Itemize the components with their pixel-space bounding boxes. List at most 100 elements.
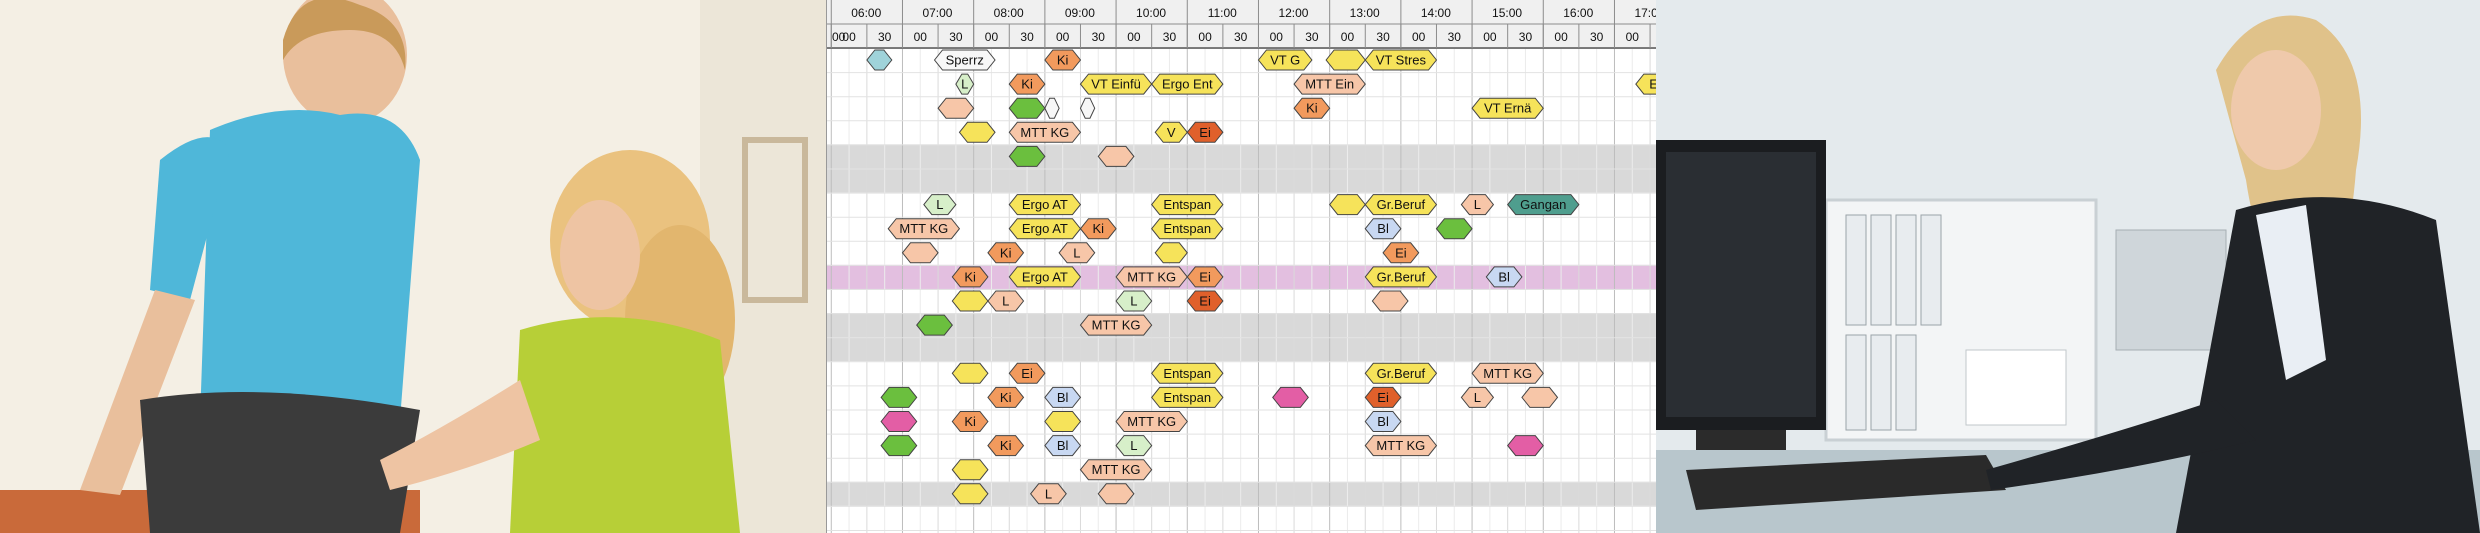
appointment-block[interactable] bbox=[1329, 194, 1366, 216]
appointment-block[interactable]: Ei bbox=[1186, 121, 1224, 143]
appointment-block[interactable] bbox=[1044, 97, 1060, 119]
appointment-shape[interactable] bbox=[866, 49, 893, 71]
appointment-block[interactable]: MTT KG bbox=[1079, 459, 1153, 481]
appointment-block[interactable] bbox=[1008, 97, 1046, 119]
appointment-block[interactable] bbox=[880, 386, 918, 408]
appointment-block[interactable]: Ei bbox=[1186, 290, 1224, 312]
appointment-block[interactable]: Ei bbox=[1008, 362, 1046, 384]
appointment-block[interactable] bbox=[951, 459, 989, 481]
appointment-shape[interactable] bbox=[1272, 386, 1309, 408]
appointment-shape[interactable] bbox=[937, 97, 975, 119]
appointment-block[interactable] bbox=[1079, 97, 1096, 119]
appointment-block[interactable]: Ki bbox=[1008, 73, 1046, 95]
appointment-block[interactable]: L bbox=[923, 194, 957, 216]
appointment-block[interactable] bbox=[916, 314, 953, 336]
appointment-block[interactable]: Ki bbox=[951, 266, 989, 288]
appointment-block[interactable]: Bl bbox=[1485, 266, 1523, 288]
appointment-block[interactable] bbox=[901, 242, 939, 264]
appointment-block[interactable]: Entspan bbox=[1151, 386, 1224, 408]
appointment-block[interactable]: Ei bbox=[1382, 242, 1420, 264]
appointment-shape[interactable] bbox=[1079, 97, 1096, 119]
appointment-block[interactable] bbox=[1097, 145, 1135, 167]
appointment-shape[interactable] bbox=[1008, 97, 1046, 119]
appointment-shape[interactable] bbox=[1097, 145, 1135, 167]
appointment-block[interactable]: E bbox=[1635, 73, 1657, 95]
appointment-block[interactable]: Ki bbox=[1079, 218, 1117, 240]
appointment-block[interactable]: Ki bbox=[987, 242, 1025, 264]
appointment-block[interactable]: MTT KG bbox=[1008, 121, 1082, 143]
appointment-block[interactable]: MTT KG bbox=[1115, 266, 1188, 288]
appointment-block[interactable]: Bl bbox=[1364, 218, 1402, 240]
appointment-block[interactable]: Ki bbox=[987, 386, 1025, 408]
appointment-shape[interactable] bbox=[1435, 218, 1473, 240]
appointment-shape[interactable] bbox=[1325, 49, 1366, 71]
appointment-shape[interactable] bbox=[1097, 483, 1135, 505]
appointment-block[interactable]: Gangan bbox=[1507, 194, 1580, 216]
appointment-shape[interactable] bbox=[1008, 145, 1046, 167]
appointment-block[interactable]: Ki bbox=[1044, 49, 1082, 71]
appointment-block[interactable] bbox=[1097, 483, 1135, 505]
appointment-block[interactable]: L bbox=[987, 290, 1025, 312]
appointment-shape[interactable] bbox=[880, 411, 918, 432]
appointment-block[interactable]: Ei bbox=[1364, 386, 1402, 408]
appointment-block[interactable]: Ergo AT bbox=[1008, 266, 1082, 288]
appointment-block[interactable]: VT Ernä bbox=[1471, 97, 1544, 119]
appointment-block[interactable] bbox=[937, 97, 975, 119]
appointment-block[interactable]: VT Stres bbox=[1364, 49, 1438, 71]
appointment-block[interactable] bbox=[951, 362, 989, 384]
appointment-block[interactable]: L bbox=[1058, 242, 1096, 264]
appointment-block[interactable]: Gr.Beruf bbox=[1364, 362, 1438, 384]
appointment-block[interactable]: Entspan bbox=[1151, 194, 1224, 216]
appointment-block[interactable]: Ergo Ent bbox=[1151, 73, 1224, 95]
appointment-block[interactable]: Ki bbox=[951, 411, 989, 432]
appointment-shape[interactable] bbox=[1371, 290, 1409, 312]
appointment-block[interactable]: MTT KG bbox=[1471, 362, 1544, 384]
appointment-shape[interactable] bbox=[880, 386, 918, 408]
appointment-block[interactable] bbox=[866, 49, 893, 71]
appointment-block[interactable]: L bbox=[1115, 290, 1153, 312]
appointment-block[interactable]: MTT KG bbox=[887, 218, 961, 240]
appointment-shape[interactable] bbox=[1507, 435, 1544, 457]
appointment-block[interactable]: Entspan bbox=[1151, 218, 1224, 240]
appointment-block[interactable] bbox=[1154, 242, 1188, 264]
appointment-block[interactable] bbox=[1435, 218, 1473, 240]
appointment-block[interactable] bbox=[880, 411, 918, 432]
appointment-block[interactable]: L bbox=[1460, 194, 1495, 216]
appointment-block[interactable]: MTT KG bbox=[1364, 435, 1438, 457]
appointment-block[interactable] bbox=[1325, 49, 1366, 71]
appointment-shape[interactable] bbox=[1154, 242, 1188, 264]
appointment-block[interactable]: MTT Ein bbox=[1293, 73, 1366, 95]
appointment-shape[interactable] bbox=[951, 290, 989, 312]
appointment-block[interactable] bbox=[1044, 411, 1082, 432]
appointment-shape[interactable] bbox=[1044, 411, 1082, 432]
appointment-block[interactable]: L bbox=[1029, 483, 1067, 505]
appointment-shape[interactable] bbox=[1329, 194, 1366, 216]
appointment-block[interactable]: Bl bbox=[1044, 435, 1082, 457]
appointment-block[interactable] bbox=[1507, 435, 1544, 457]
appointment-block[interactable]: L bbox=[1115, 435, 1153, 457]
appointment-block[interactable]: L bbox=[1460, 386, 1495, 408]
appointment-block[interactable] bbox=[880, 435, 918, 457]
appointment-block[interactable] bbox=[1371, 290, 1409, 312]
appointment-block[interactable]: Ei bbox=[1186, 266, 1224, 288]
appointment-block[interactable]: VT G bbox=[1257, 49, 1313, 71]
appointment-block[interactable]: Bl bbox=[1044, 386, 1082, 408]
appointment-shape[interactable] bbox=[901, 242, 939, 264]
appointment-block[interactable] bbox=[951, 483, 989, 505]
appointment-block[interactable]: Ergo AT bbox=[1008, 218, 1082, 240]
appointment-shape[interactable] bbox=[916, 314, 953, 336]
appointment-block[interactable]: Entspan bbox=[1151, 362, 1224, 384]
appointment-block[interactable] bbox=[951, 290, 989, 312]
appointment-block[interactable]: Ki bbox=[1293, 97, 1331, 119]
appointment-shape[interactable] bbox=[951, 459, 989, 481]
appointment-shape[interactable] bbox=[951, 362, 989, 384]
appointment-shape[interactable] bbox=[1044, 97, 1060, 119]
appointment-shape[interactable] bbox=[958, 121, 996, 143]
appointment-block[interactable]: Ki bbox=[987, 435, 1025, 457]
appointment-block[interactable] bbox=[1521, 386, 1559, 408]
appointment-block[interactable]: Gr.Beruf bbox=[1364, 194, 1438, 216]
appointment-block[interactable] bbox=[1008, 145, 1046, 167]
appointment-block[interactable]: MTT KG bbox=[1115, 411, 1188, 432]
appointment-block[interactable] bbox=[958, 121, 996, 143]
appointment-block[interactable]: Bl bbox=[1364, 411, 1402, 432]
